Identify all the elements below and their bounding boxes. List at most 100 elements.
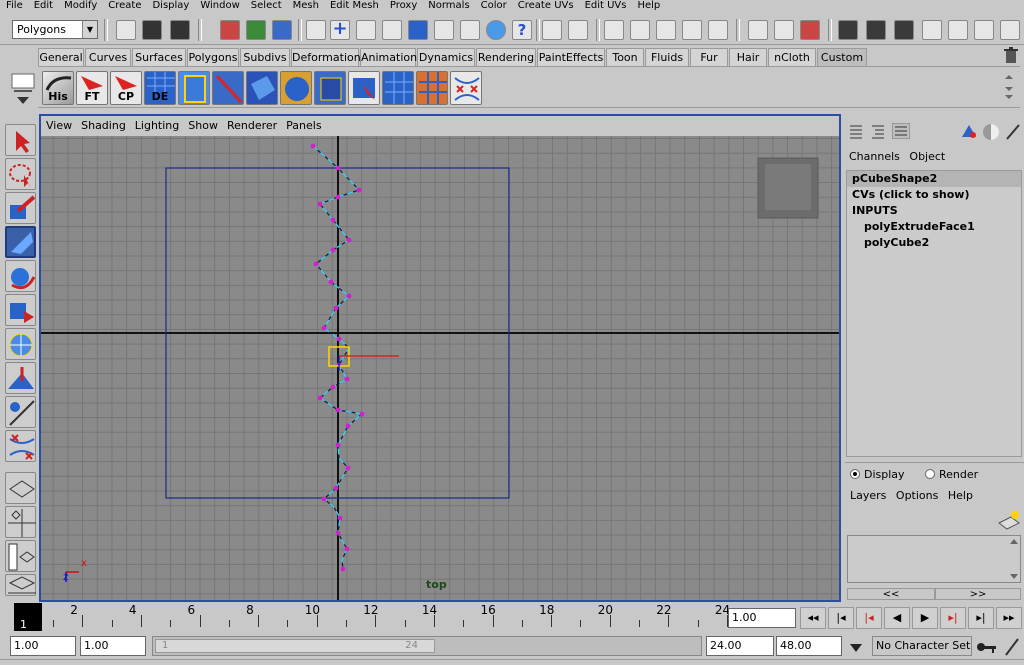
menu-window[interactable]: Window (200, 0, 244, 14)
delete-edge-icon[interactable]: DE (144, 71, 176, 105)
history-icon[interactable]: His (42, 71, 74, 105)
shelf-tab-hair[interactable]: Hair (729, 48, 767, 66)
playback-range-bar[interactable]: 1 24 (152, 636, 702, 656)
shelf-menu[interactable] (10, 72, 36, 108)
menu-color[interactable]: Color (481, 0, 512, 14)
outliner-layout-icon[interactable] (5, 540, 36, 572)
current-time-field[interactable]: 1.00 (728, 608, 796, 628)
channel-box-mode-icon[interactable] (848, 123, 864, 139)
universal-manipulator-icon[interactable] (5, 328, 36, 360)
step-forward-key-button[interactable]: ▸| (940, 607, 966, 629)
planar-map-icon[interactable] (246, 71, 278, 105)
ipr-render-icon[interactable] (894, 20, 914, 40)
last-tool-icon[interactable] (5, 430, 36, 462)
shelf-tab-ncloth[interactable]: nCloth (768, 48, 816, 66)
unfold-uv-icon[interactable] (416, 71, 448, 105)
channel-item-cvs[interactable]: CVs (click to show) (847, 187, 1021, 203)
four-pane-layout-icon[interactable] (5, 506, 36, 538)
shelf-tab-animation[interactable]: Animation (360, 48, 417, 66)
menu-file[interactable]: File (6, 0, 28, 14)
menu-create-uvs[interactable]: Create UVs (518, 0, 579, 14)
tool-settings-toggle-icon[interactable] (974, 20, 994, 40)
layer-list[interactable] (847, 535, 1021, 583)
lasso-tool-icon[interactable] (5, 158, 36, 190)
shelf-tab-toon[interactable]: Toon (606, 48, 644, 66)
viewport-menu-lighting[interactable]: Lighting (135, 116, 179, 136)
shelf-tab-subdivs[interactable]: Subdivs (240, 48, 290, 66)
step-back-frame-button[interactable]: |◂ (828, 607, 854, 629)
shelf-tab-general[interactable]: General (38, 48, 84, 66)
center-pivot-icon[interactable]: CP (110, 71, 142, 105)
display-layer-radio[interactable]: Display (850, 468, 905, 481)
menu-normals[interactable]: Normals (428, 0, 474, 14)
lock-selection-icon[interactable] (356, 20, 376, 40)
menu-edit[interactable]: Edit (34, 0, 58, 14)
play-forwards-button[interactable]: ▶ (912, 607, 938, 629)
dynamics-icon[interactable] (460, 20, 480, 40)
curve-icon[interactable] (382, 20, 402, 40)
freeze-transform-icon[interactable]: FT (76, 71, 108, 105)
render-settings-icon[interactable] (922, 20, 942, 40)
object-menu[interactable]: Object (909, 150, 945, 163)
paint-select-tool-icon[interactable] (5, 192, 36, 224)
deformer-icon[interactable] (434, 20, 454, 40)
show-manipulator-icon[interactable] (5, 396, 36, 428)
layers-menu[interactable]: Layers (850, 489, 886, 502)
graph-layout-icon[interactable] (5, 574, 36, 596)
create-layer-icon[interactable] (997, 509, 1021, 531)
select-face-icon[interactable] (348, 71, 380, 105)
shelf-tab-painteffects[interactable]: PaintEffects (537, 48, 605, 66)
construction-history-icon[interactable] (800, 20, 820, 40)
channel-item-polyextrudeface1[interactable]: polyExtrudeFace1 (847, 219, 1021, 235)
snap-curve-icon[interactable] (630, 20, 650, 40)
select-component-icon[interactable] (272, 20, 292, 40)
render-view-icon[interactable] (838, 20, 858, 40)
menu-edit-uvs[interactable]: Edit UVs (585, 0, 632, 14)
help-menu[interactable]: Help (948, 489, 973, 502)
shelf-tab-rendering[interactable]: Rendering (476, 48, 536, 66)
layer-prev-button[interactable]: << (847, 588, 935, 600)
select-object-icon[interactable] (246, 20, 266, 40)
step-back-key-button[interactable]: |◂ (856, 607, 882, 629)
scale-tool-icon[interactable] (5, 294, 36, 326)
save-scene-icon[interactable] (170, 20, 190, 40)
current-frame-marker[interactable]: 1 (14, 603, 42, 631)
menu-edit-mesh[interactable]: Edit Mesh (330, 0, 384, 14)
layer-next-button[interactable]: >> (935, 588, 1021, 600)
shelf-tab-fluids[interactable]: Fluids (645, 48, 689, 66)
snap-view-plane-icon[interactable] (682, 20, 702, 40)
cut-uv-icon[interactable] (212, 71, 244, 105)
select-hierarchy-icon[interactable] (220, 20, 240, 40)
viewport-menu-panels[interactable]: Panels (286, 116, 321, 136)
layer-list-scrollbar[interactable] (1008, 536, 1020, 582)
shelf-tab-curves[interactable]: Curves (85, 48, 131, 66)
character-set-field[interactable]: No Character Set (872, 636, 972, 656)
menu-display[interactable]: Display (152, 0, 194, 14)
shelf-scrollbar[interactable] (1002, 73, 1016, 103)
menu-mesh[interactable]: Mesh (293, 0, 324, 14)
shelf-tab-dynamics[interactable]: Dynamics (417, 48, 475, 66)
menu-help[interactable]: Help (637, 0, 665, 14)
viewport-canvas[interactable]: x z top (41, 136, 839, 600)
playback-range-thumb[interactable]: 1 24 (155, 639, 435, 653)
attribute-editor-toggle-icon[interactable] (948, 20, 968, 40)
channel-item-pcubeshape2[interactable]: pCubeShape2 (847, 171, 1021, 187)
single-pane-layout-icon[interactable] (5, 472, 36, 504)
select-tool-icon[interactable] (5, 124, 36, 156)
shelf-tab-deformation[interactable]: Deformation (291, 48, 361, 66)
shelf-tab-surfaces[interactable]: Surfaces (132, 48, 186, 66)
output-ops-icon[interactable] (774, 20, 794, 40)
channel-item-polycube2[interactable]: polyCube2 (847, 235, 1021, 251)
snap-grid-icon[interactable] (604, 20, 624, 40)
make-live-icon[interactable] (708, 20, 728, 40)
rendering-icon[interactable] (486, 20, 506, 40)
time-ruler[interactable]: 2 4 6 8 10 12 14 16 18 20 22 24 (40, 603, 730, 631)
menu-proxy[interactable]: Proxy (390, 0, 422, 14)
plus-icon[interactable]: + (330, 20, 350, 40)
viewport-menu-renderer[interactable]: Renderer (227, 116, 277, 136)
trash-icon[interactable] (1003, 47, 1019, 64)
sew-uv-icon[interactable] (450, 71, 482, 105)
shelf-tab-fur[interactable]: Fur (690, 48, 728, 66)
select-by-component-icon[interactable] (568, 20, 588, 40)
uv-layout-icon[interactable] (178, 71, 210, 105)
